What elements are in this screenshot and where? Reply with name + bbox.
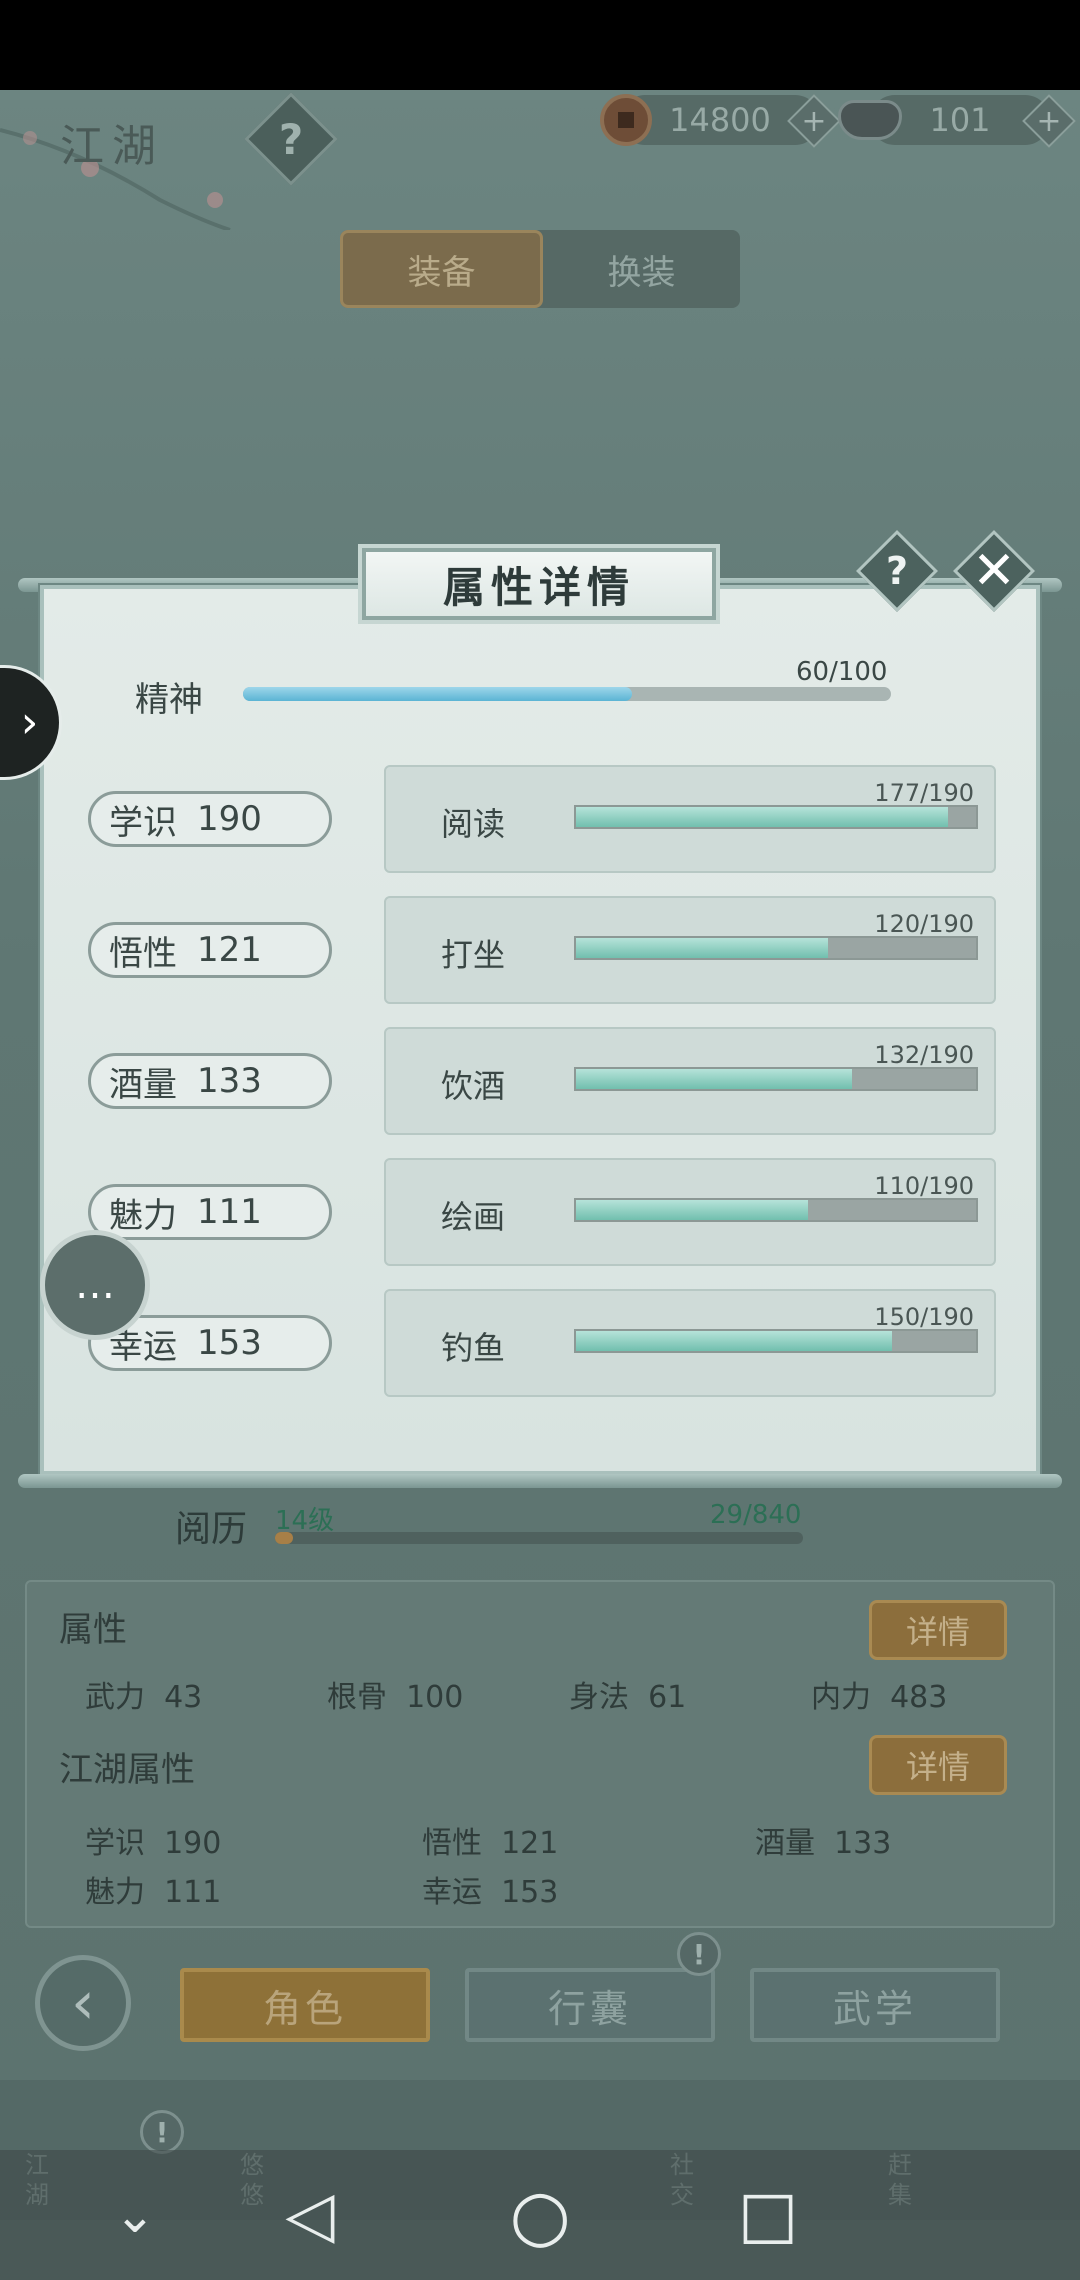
back-button[interactable]: ‹	[35, 1955, 131, 2051]
skill-progress-bar	[574, 1067, 978, 1091]
equip-toggle: 装备 换装	[340, 230, 740, 308]
skill-progress-fill	[576, 1331, 892, 1351]
skill-progress-count: 110/190	[874, 1172, 974, 1200]
attribute-pill: 魅力 111	[88, 1184, 332, 1240]
skill-progress-count: 150/190	[874, 1303, 974, 1331]
skill-progress-count: 120/190	[874, 910, 974, 938]
copper-coin-icon	[600, 94, 652, 146]
experience-count: 29/840	[710, 1500, 802, 1530]
attributes-panel: 属性 详情 武力 43 根骨 100 身法 61 内力 483 江湖属性 详情 …	[25, 1580, 1055, 1928]
jianghu-stat-jiuliang: 酒量 133	[755, 1826, 892, 1861]
attribute-label: 学识	[109, 802, 177, 843]
tab-role[interactable]: 角色	[180, 1968, 430, 2042]
back-arrow-icon: ‹	[71, 1968, 95, 2038]
skill-name: 阅读	[441, 805, 506, 843]
stat-neili: 内力 483	[811, 1680, 948, 1715]
dialog-scroll-rod-bottom	[18, 1474, 1062, 1488]
skill-progress-bar	[574, 1329, 978, 1353]
experience-label: 阅历	[175, 1509, 248, 1550]
skill-progress-fill	[576, 938, 828, 958]
close-icon: ✕	[972, 541, 1016, 601]
status-bar	[0, 0, 1080, 90]
experience-bar	[275, 1532, 803, 1544]
jianghu-stat-meili: 魅力 111	[85, 1875, 222, 1910]
nav-recents-button[interactable]: □	[728, 2175, 808, 2255]
attribute-pill: 悟性 121	[88, 922, 332, 978]
skill-progress-bar	[574, 1198, 978, 1222]
dialog-title: 属性详情	[362, 548, 716, 620]
spirit-label: 精神	[135, 680, 203, 720]
region-title: 江湖	[60, 121, 164, 172]
nav-back-button[interactable]: ◁	[270, 2175, 350, 2255]
attribute-label: 酒量	[109, 1064, 177, 1105]
help-icon: ?	[885, 549, 909, 593]
attribute-label: 悟性	[109, 933, 177, 974]
copper-amount: 14800	[669, 101, 771, 139]
jianghu-stat-xueshi: 学识 190	[85, 1826, 222, 1861]
skill-progress-fill	[576, 1200, 808, 1220]
attributes-detail-button[interactable]: 详情	[869, 1600, 1007, 1660]
silver-ingot-icon	[838, 100, 902, 140]
skill-name: 饮酒	[441, 1067, 506, 1105]
nav-home-button[interactable]: ○	[500, 2174, 580, 2256]
tab-martial-arts[interactable]: 武学	[750, 1968, 1000, 2042]
plus-icon: +	[1036, 103, 1062, 139]
bag-alert-icon: !	[677, 1932, 721, 1976]
jianghu-attributes-heading: 江湖属性	[59, 1750, 195, 1790]
spirit-bar-fill	[243, 687, 632, 701]
chevron-right-icon: ›	[20, 697, 39, 748]
chat-icon: …	[75, 1262, 115, 1308]
attribute-value: 133	[197, 1061, 262, 1101]
menu-alert-icon: !	[140, 2110, 184, 2154]
jianghu-detail-button[interactable]: 详情	[869, 1735, 1007, 1795]
skill-name: 绘画	[441, 1198, 506, 1236]
skill-progress-bar	[574, 805, 978, 829]
plus-icon: +	[801, 103, 827, 139]
skill-progress-count: 177/190	[874, 779, 974, 807]
attribute-value: 153	[197, 1323, 262, 1363]
help-icon: ?	[278, 114, 304, 164]
nav-collapse-button[interactable]: ⌄	[95, 2175, 175, 2255]
stat-gengu: 根骨 100	[327, 1680, 464, 1715]
chat-button[interactable]: …	[40, 1230, 150, 1340]
jianghu-stat-xingyun: 幸运 153	[422, 1875, 559, 1910]
attributes-heading: 属性	[59, 1610, 127, 1650]
attribute-pill: 学识 190	[88, 791, 332, 847]
skill-name: 打坐	[441, 936, 506, 974]
attribute-value: 121	[197, 930, 262, 970]
attribute-value: 111	[197, 1192, 262, 1232]
recents-icon: □	[737, 2178, 799, 2252]
tab-equip[interactable]: 装备	[340, 230, 543, 308]
attribute-label: 魅力	[109, 1195, 177, 1236]
side-expand-tab[interactable]: ›	[0, 665, 62, 780]
silver-amount: 101	[929, 101, 991, 139]
stat-shenfa: 身法 61	[569, 1680, 687, 1715]
skill-progress-box: 绘画 110/190	[384, 1158, 996, 1266]
skill-progress-box: 饮酒 132/190	[384, 1027, 996, 1135]
experience-bar-fill	[275, 1532, 294, 1544]
spirit-value: 60/100	[796, 657, 888, 687]
back-icon: ◁	[285, 2178, 335, 2252]
tab-bag[interactable]: 行囊	[465, 1968, 715, 2042]
skill-progress-box: 钓鱼 150/190	[384, 1289, 996, 1397]
jianghu-stat-wuxing: 悟性 121	[422, 1826, 559, 1861]
spirit-bar	[243, 687, 891, 701]
skill-progress-fill	[576, 807, 948, 827]
home-icon: ○	[509, 2174, 571, 2256]
stat-wuli: 武力 43	[85, 1680, 203, 1715]
skill-progress-bar	[574, 936, 978, 960]
attribute-value: 190	[197, 799, 262, 839]
chevron-down-icon: ⌄	[114, 2186, 156, 2244]
tab-outfit[interactable]: 换装	[543, 230, 740, 308]
skill-progress-fill	[576, 1069, 852, 1089]
skill-name: 钓鱼	[441, 1329, 506, 1367]
skill-progress-box: 阅读 177/190	[384, 765, 996, 873]
skill-progress-count: 132/190	[874, 1041, 974, 1069]
attribute-pill: 酒量 133	[88, 1053, 332, 1109]
skill-progress-box: 打坐 120/190	[384, 896, 996, 1004]
